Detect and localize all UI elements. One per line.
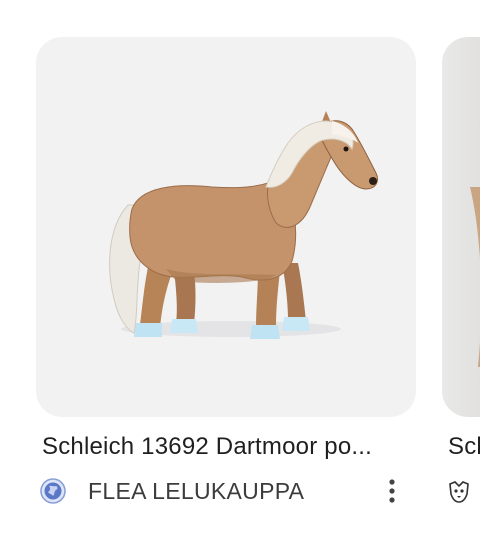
result-card[interactable]: Schleich 13692 Dartmoor po... FLEA LELUK… [36, 37, 416, 504]
result-source[interactable]: FLEA LELUKAUPPA [40, 475, 410, 507]
results-carousel: Schleich 13692 Dartmoor po... FLEA LELUK… [0, 0, 480, 548]
globe-icon [40, 478, 66, 504]
result-title[interactable]: Schleich 13692 Dartmoor po... [42, 433, 416, 461]
result-card[interactable]: Scl [442, 37, 480, 503]
product-thumbnail[interactable] [442, 37, 480, 417]
more-vert-icon[interactable] [380, 475, 404, 507]
result-title[interactable]: Scl [448, 433, 480, 461]
result-source[interactable] [446, 475, 480, 507]
figurine-image [470, 187, 480, 367]
horse-figurine-image [109, 111, 379, 339]
dog-icon [446, 478, 472, 504]
product-thumbnail[interactable] [36, 37, 416, 417]
source-name: FLEA LELUKAUPPA [88, 477, 305, 504]
